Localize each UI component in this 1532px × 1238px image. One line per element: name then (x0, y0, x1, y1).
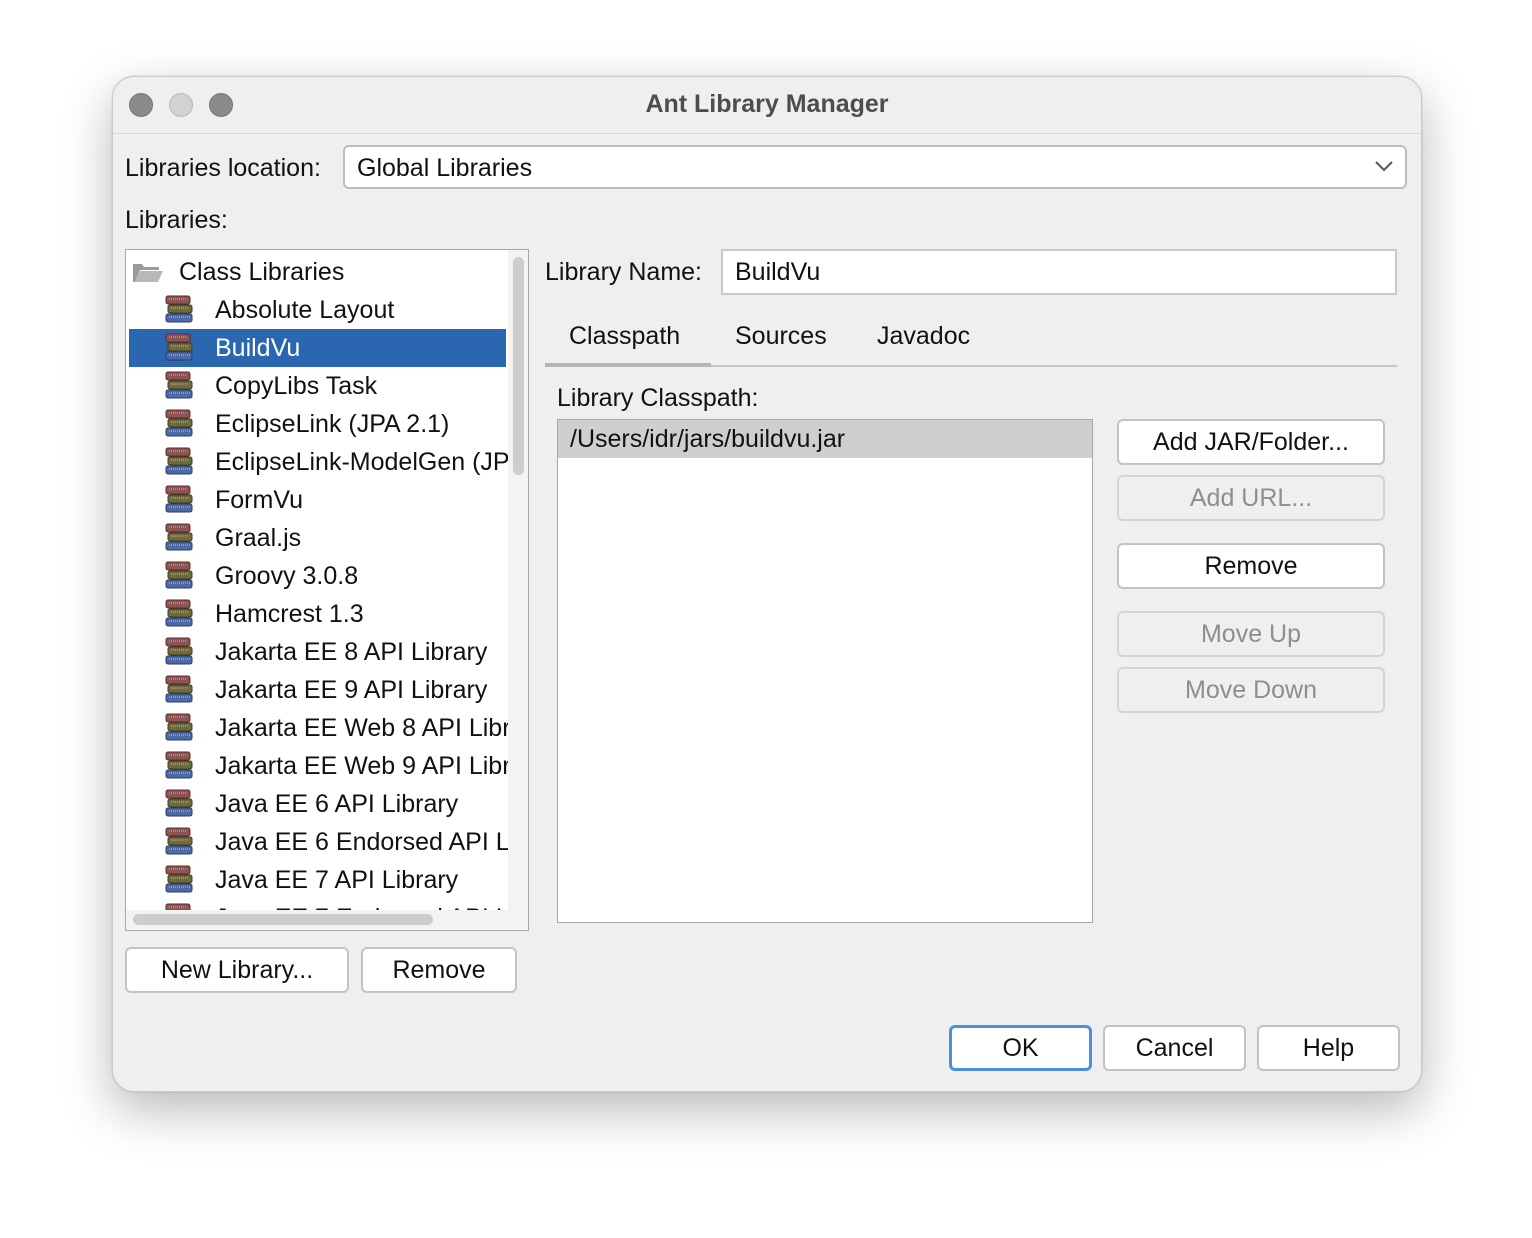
tree-root-class-libraries[interactable]: Class Libraries (126, 253, 506, 291)
library-item[interactable]: Java EE 6 API Library (126, 785, 506, 823)
tree-root-label: Class Libraries (179, 258, 345, 286)
library-books-icon (163, 827, 197, 857)
libraries-location-value: Global Libraries (357, 154, 533, 182)
library-item[interactable]: Jakarta EE Web 9 API Library (126, 747, 528, 785)
library-books-icon (163, 599, 197, 629)
window-title: Ant Library Manager (645, 90, 889, 118)
library-books-icon (163, 371, 197, 401)
library-books-icon (163, 523, 197, 553)
library-name-value: BuildVu (735, 258, 821, 286)
library-books-icon (163, 675, 197, 705)
help-button[interactable]: Help (1257, 1025, 1400, 1071)
libraries-location-label: Libraries location: (125, 154, 321, 182)
library-item[interactable]: Graal.js (126, 519, 506, 557)
folder-open-icon (133, 264, 163, 282)
library-item[interactable]: Jakarta EE 8 API Library (126, 633, 506, 671)
library-books-icon (163, 751, 197, 781)
library-books-icon (163, 789, 197, 819)
library-item-label: FormVu (215, 486, 303, 514)
ant-library-manager-dialog: Ant Library Manager Libraries location: … (112, 76, 1422, 1092)
vertical-scrollbar-thumb[interactable] (513, 257, 524, 475)
library-item-label: Jakarta EE Web 8 API Library (215, 714, 529, 742)
library-item[interactable]: Jakarta EE 9 API Library (126, 671, 506, 709)
library-name-input[interactable]: BuildVu (721, 249, 1397, 295)
library-item-label: Java EE 6 Endorsed API Library (215, 828, 528, 856)
library-item-label: Jakarta EE 9 API Library (215, 676, 488, 704)
library-tabs: Classpath Sources Javadoc (545, 317, 1397, 369)
library-books-icon (163, 865, 197, 895)
library-item-label: Java EE 7 API Library (215, 866, 459, 894)
library-item-label: Groovy 3.0.8 (215, 562, 359, 590)
library-books-icon (163, 409, 197, 439)
library-item[interactable]: FormVu (126, 481, 506, 519)
library-books-icon (163, 333, 197, 363)
library-item[interactable]: EclipseLink (JPA 2.1) (126, 405, 506, 443)
horizontal-scrollbar-thumb[interactable] (133, 914, 433, 925)
library-books-icon (163, 447, 197, 477)
library-item-label: Graal.js (215, 524, 302, 552)
library-item[interactable]: Jakarta EE Web 8 API Library (126, 709, 528, 747)
tab-javadoc[interactable]: Javadoc (877, 322, 970, 351)
horizontal-scrollbar[interactable] (126, 910, 528, 930)
library-item-label: Jakarta EE Web 9 API Library (215, 752, 529, 780)
library-books-icon (163, 485, 197, 515)
library-books-icon (163, 561, 197, 591)
library-item-label: Hamcrest 1.3 (215, 600, 364, 628)
library-item-label: EclipseLink-ModelGen (JPA 2.1) (215, 448, 528, 476)
new-library-button[interactable]: New Library... (125, 947, 349, 993)
library-item-label: Java EE 6 API Library (215, 790, 459, 818)
library-item[interactable]: Absolute Layout (126, 291, 506, 329)
tab-classpath[interactable]: Classpath (569, 322, 680, 351)
cancel-button[interactable]: Cancel (1103, 1025, 1246, 1071)
add-url-button[interactable]: Add URL... (1117, 475, 1385, 521)
library-item-label: Jakarta EE 8 API Library (215, 638, 488, 666)
library-item[interactable]: EclipseLink-ModelGen (JPA 2.1) (126, 443, 528, 481)
library-name-label: Library Name: (545, 258, 702, 286)
library-item[interactable]: BuildVu (129, 329, 506, 367)
classpath-entry[interactable]: /Users/idr/jars/buildvu.jar (558, 420, 1092, 458)
title-bar: Ant Library Manager (113, 77, 1421, 134)
libraries-label: Libraries: (125, 206, 228, 234)
vertical-scrollbar[interactable] (508, 250, 528, 910)
move-down-button[interactable]: Move Down (1117, 667, 1385, 713)
library-item[interactable]: Java EE 7 API Library (126, 861, 506, 899)
library-item-label: CopyLibs Task (215, 372, 378, 400)
library-books-icon (163, 295, 197, 325)
library-item-label: BuildVu (215, 334, 301, 362)
classpath-entry-path: /Users/idr/jars/buildvu.jar (570, 425, 846, 453)
remove-classpath-entry-button[interactable]: Remove (1117, 543, 1385, 589)
library-item[interactable]: Java EE 6 Endorsed API Library (126, 823, 528, 861)
library-item[interactable]: Groovy 3.0.8 (126, 557, 506, 595)
libraries-tree[interactable]: Class Libraries Absolute Layout BuildVu Co… (125, 249, 529, 931)
active-tab-indicator (545, 363, 711, 367)
add-jar-folder-button[interactable]: Add JAR/Folder... (1117, 419, 1385, 465)
library-books-icon (163, 637, 197, 667)
tab-sources[interactable]: Sources (735, 322, 827, 351)
libraries-location-dropdown[interactable]: Global Libraries (343, 145, 1407, 189)
library-item-label: Absolute Layout (215, 296, 395, 324)
library-item[interactable]: CopyLibs Task (126, 367, 506, 405)
classpath-list[interactable]: /Users/idr/jars/buildvu.jar (557, 419, 1093, 923)
library-item-label: EclipseLink (JPA 2.1) (215, 410, 450, 438)
library-classpath-label: Library Classpath: (557, 384, 759, 412)
library-books-icon (163, 713, 197, 743)
chevron-down-icon (1375, 161, 1393, 172)
library-item[interactable]: Hamcrest 1.3 (126, 595, 506, 633)
move-up-button[interactable]: Move Up (1117, 611, 1385, 657)
ok-button[interactable]: OK (949, 1025, 1092, 1071)
remove-library-button[interactable]: Remove (361, 947, 517, 993)
